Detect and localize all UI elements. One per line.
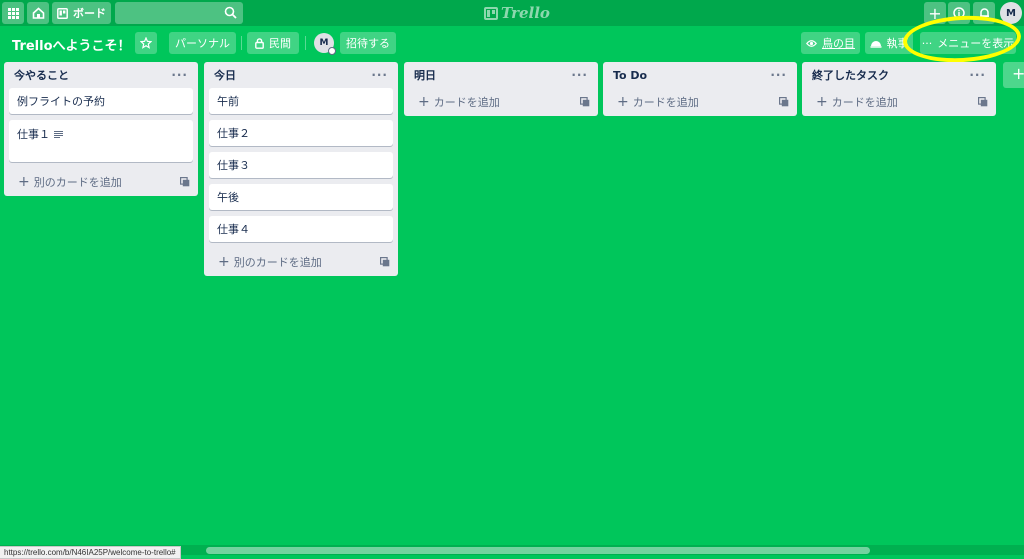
team-label: パーソナル — [175, 37, 230, 50]
card-title: 仕事４ — [217, 223, 250, 236]
apps-grid-button[interactable] — [2, 2, 24, 24]
search-icon — [224, 6, 237, 19]
visibility-button[interactable]: 民間 — [247, 32, 299, 54]
card-title: 仕事２ — [217, 127, 250, 140]
card-title: 午前 — [217, 95, 239, 108]
card[interactable]: 例フライトの予約 — [9, 88, 193, 114]
plus-icon: + — [1012, 64, 1024, 83]
add-card-label: カードを追加 — [433, 96, 500, 109]
board-icon — [57, 7, 68, 19]
card-title: 例フライトの予約 — [17, 95, 105, 108]
boards-button[interactable]: ボード — [52, 2, 111, 24]
star-icon — [140, 37, 152, 49]
template-icon[interactable] — [380, 257, 390, 267]
list-menu-icon[interactable]: ··· — [571, 68, 588, 82]
list-header[interactable]: 今日 ··· — [204, 62, 398, 88]
list-title[interactable]: 終了したタスク — [812, 67, 889, 83]
list: 今やること ··· 例フライトの予約 仕事１ + 別のカードを追加 — [4, 62, 198, 196]
list-title[interactable]: 今やること — [14, 67, 69, 83]
trello-logo[interactable]: Trello — [484, 3, 550, 23]
plus-icon: + — [418, 94, 430, 110]
list-title[interactable]: To Do — [613, 69, 647, 82]
grid-icon — [7, 7, 19, 19]
add-card-label: 別のカードを追加 — [233, 256, 322, 269]
add-card-label: カードを追加 — [632, 96, 699, 109]
divider — [305, 36, 306, 50]
add-list-button[interactable]: + — [1003, 62, 1024, 88]
boards-label: ボード — [73, 7, 106, 20]
list-menu-icon[interactable]: ··· — [969, 68, 986, 82]
list: 今日 ··· 午前 仕事２ 仕事３ 午後 仕事４ + 別のカードを追加 — [204, 62, 398, 276]
member-initial: M — [319, 38, 329, 48]
trello-logo-icon — [484, 6, 498, 20]
plus-icon: + — [617, 94, 629, 110]
list-title[interactable]: 今日 — [214, 67, 236, 83]
home-button[interactable] — [27, 2, 49, 24]
butler-icon — [870, 40, 881, 48]
scrollbar-thumb[interactable] — [206, 547, 870, 554]
card[interactable]: 午後 — [209, 184, 393, 210]
card[interactable]: 仕事３ — [209, 152, 393, 178]
visibility-label: 民間 — [269, 37, 291, 50]
plus-icon: + — [218, 254, 230, 270]
board-title[interactable]: Trelloへようこそ！ — [12, 35, 131, 54]
list-header[interactable]: 明日 ··· — [404, 62, 598, 88]
list-header[interactable]: To Do ··· — [603, 62, 797, 88]
add-card-label: 別のカードを追加 — [33, 176, 122, 189]
list-header[interactable]: 終了したタスク ··· — [802, 62, 996, 88]
invite-label: 招待する — [346, 37, 390, 50]
view-switcher-button[interactable]: 鳥の目 — [801, 32, 860, 54]
add-card-button[interactable]: + カードを追加 — [802, 88, 996, 116]
member-avatar[interactable]: M — [314, 33, 336, 55]
template-icon[interactable] — [580, 97, 590, 107]
card[interactable]: 仕事２ — [209, 120, 393, 146]
list-menu-icon[interactable]: ··· — [770, 68, 787, 82]
invite-button[interactable]: 招待する — [340, 32, 396, 54]
list-title[interactable]: 明日 — [414, 67, 436, 83]
add-card-button[interactable]: + カードを追加 — [603, 88, 797, 116]
lock-icon — [255, 37, 264, 49]
avatar-initial: M — [1006, 7, 1016, 19]
template-icon[interactable] — [779, 97, 789, 107]
list-menu-icon[interactable]: ··· — [171, 68, 188, 82]
list: 明日 ··· + カードを追加 — [404, 62, 598, 116]
team-button[interactable]: パーソナル — [169, 32, 236, 54]
card-title: 午後 — [217, 191, 239, 204]
template-icon[interactable] — [978, 97, 988, 107]
card[interactable]: 仕事１ — [9, 120, 193, 162]
divider — [241, 36, 242, 50]
view-label: 鳥の目 — [822, 37, 855, 50]
card[interactable]: 午前 — [209, 88, 393, 114]
card[interactable]: 仕事４ — [209, 216, 393, 242]
plus-icon: + — [816, 94, 828, 110]
logo-text: Trello — [501, 4, 550, 22]
list-header[interactable]: 今やること ··· — [4, 62, 198, 88]
description-icon — [53, 131, 63, 138]
eye-icon — [806, 39, 817, 47]
home-icon — [32, 7, 44, 19]
list: To Do ··· + カードを追加 — [603, 62, 797, 116]
add-card-button[interactable]: + カードを追加 — [404, 88, 598, 116]
list-menu-icon[interactable]: ··· — [371, 68, 388, 82]
star-button[interactable] — [135, 32, 157, 54]
add-card-button[interactable]: + 別のカードを追加 — [4, 168, 198, 196]
add-card-label: カードを追加 — [831, 96, 898, 109]
card-title: 仕事３ — [217, 159, 250, 172]
card-title: 仕事１ — [17, 128, 50, 141]
add-card-button[interactable]: + 別のカードを追加 — [204, 248, 398, 276]
template-icon[interactable] — [180, 177, 190, 187]
top-header: ボード Trello + M — [0, 0, 1024, 26]
admin-badge-icon — [328, 47, 336, 55]
plus-icon: + — [18, 174, 30, 190]
search-input[interactable] — [115, 2, 243, 24]
status-url: https://trello.com/b/N46IA25P/welcome-to… — [0, 546, 181, 559]
list: 終了したタスク ··· + カードを追加 — [802, 62, 996, 116]
